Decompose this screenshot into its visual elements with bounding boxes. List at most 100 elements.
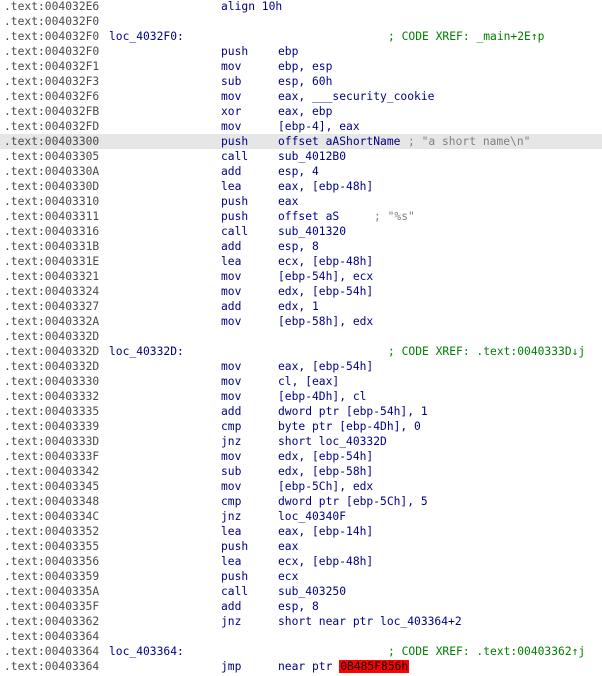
operand-text[interactable]: [ebp-4], eax: [278, 120, 360, 133]
address[interactable]: .text:00403324: [4, 284, 99, 299]
mnemonic[interactable]: jnz: [221, 614, 241, 629]
mnemonic[interactable]: mov: [221, 449, 241, 464]
listing-line[interactable]: .text:004032F1 mov ebp, esp: [0, 59, 602, 74]
listing-line[interactable]: .text:00403364 loc_403364: ; CODE XREF: .t…: [0, 644, 602, 659]
mnemonic[interactable]: mov: [221, 284, 241, 299]
mnemonic[interactable]: mov: [221, 374, 241, 389]
listing-line[interactable]: .text:004032F0: [0, 14, 602, 29]
listing-line[interactable]: .text:0040330D lea eax, [ebp-48h]: [0, 179, 602, 194]
listing-line[interactable]: .text:004032FD mov [ebp-4], eax: [0, 119, 602, 134]
mnemonic[interactable]: call: [221, 149, 248, 164]
xref-comment[interactable]: ; CODE XREF: .text:00403362↑j: [388, 644, 585, 659]
address[interactable]: .text:004032FD: [4, 119, 99, 134]
listing-line[interactable]: .text:00403339 cmp byte ptr [ebp-4Dh], 0: [0, 419, 602, 434]
mnemonic[interactable]: lea: [221, 554, 241, 569]
address[interactable]: .text:0040330A: [4, 164, 99, 179]
address[interactable]: .text:0040335F: [4, 599, 99, 614]
mnemonic[interactable]: sub: [221, 74, 241, 89]
listing-line[interactable]: .text:00403311 push offset aS ; "%s": [0, 209, 602, 224]
listing-line[interactable]: .text:0040332D loc_40332D: ; CODE XREF: .t…: [0, 344, 602, 359]
operand-text[interactable]: eax, ebp: [278, 105, 332, 118]
operands[interactable]: offset aS: [278, 209, 339, 224]
address[interactable]: .text:0040332D: [4, 344, 99, 359]
operand-text[interactable]: [ebp-58h], edx: [278, 315, 373, 328]
listing-line[interactable]: .text:00403359 push ecx: [0, 569, 602, 584]
operands[interactable]: [ebp-54h], ecx: [278, 269, 373, 284]
listing-line[interactable]: .text:00403310 push eax: [0, 194, 602, 209]
operands[interactable]: byte ptr [ebp-4Dh], 0: [278, 419, 421, 434]
operands[interactable]: esp, 60h: [278, 74, 332, 89]
operands[interactable]: [ebp-5Ch], edx: [278, 479, 373, 494]
operands[interactable]: sub_401320: [278, 224, 346, 239]
listing-line[interactable]: .text:0040334C jnz loc_40340F: [0, 509, 602, 524]
operand-text[interactable]: sub_401320: [278, 225, 346, 238]
listing-line[interactable]: .text:00403355 push eax: [0, 539, 602, 554]
listing-line[interactable]: .text:00403330 mov cl, [eax]: [0, 374, 602, 389]
listing-line[interactable]: .text:00403364 jmp near ptr 0B485F856h: [0, 659, 602, 674]
operands[interactable]: ebp, esp: [278, 59, 332, 74]
address[interactable]: .text:004032F1: [4, 59, 99, 74]
operand-text[interactable]: ebp: [278, 45, 298, 58]
operand-text[interactable]: edx, [ebp-58h]: [278, 465, 373, 478]
operand-text[interactable]: eax: [278, 540, 298, 553]
address[interactable]: .text:0040332A: [4, 314, 99, 329]
address[interactable]: .text:004032F6: [4, 89, 99, 104]
address[interactable]: .text:00403362: [4, 614, 99, 629]
operand-text[interactable]: [ebp-54h], ecx: [278, 270, 373, 283]
listing-line[interactable]: .text:004032E6 align 10h: [0, 0, 602, 14]
xref-comment[interactable]: ; CODE XREF: _main+2E↑p: [388, 29, 544, 44]
listing-line[interactable]: .text:00403335 add dword ptr [ebp-54h], 1: [0, 404, 602, 419]
listing-line[interactable]: .text:00403352 lea eax, [ebp-14h]: [0, 524, 602, 539]
operands[interactable]: short loc_40332D: [278, 434, 387, 449]
code-label[interactable]: loc_4032F0:: [109, 29, 184, 44]
operands[interactable]: loc_40340F: [278, 509, 346, 524]
mnemonic[interactable]: lea: [221, 524, 241, 539]
listing-line[interactable]: .text:00403345 mov [ebp-5Ch], edx: [0, 479, 602, 494]
address[interactable]: .text:004032E6: [4, 0, 99, 14]
mnemonic[interactable]: mov: [221, 314, 241, 329]
operand-text[interactable]: sub_4012B0: [278, 150, 346, 163]
operand-text[interactable]: esp, 8: [278, 240, 319, 253]
listing-line[interactable]: .text:0040332A mov [ebp-58h], edx: [0, 314, 602, 329]
operand-text[interactable]: short near ptr loc_403364+2: [278, 615, 462, 628]
operands[interactable]: dword ptr [ebp-54h], 1: [278, 404, 428, 419]
xref-comment[interactable]: ; CODE XREF: .text:0040333D↓j: [388, 344, 585, 359]
address[interactable]: .text:00403356: [4, 554, 99, 569]
operand-text[interactable]: esp, 8: [278, 600, 319, 613]
mnemonic[interactable]: jnz: [221, 509, 241, 524]
mnemonic[interactable]: mov: [221, 479, 241, 494]
listing-line[interactable]: .text:00403364: [0, 629, 602, 644]
mnemonic[interactable]: push: [221, 44, 248, 59]
operand-text[interactable]: edx, [ebp-54h]: [278, 285, 373, 298]
listing-line[interactable]: .text:0040332D mov eax, [ebp-54h]: [0, 359, 602, 374]
address[interactable]: .text:00403335: [4, 404, 99, 419]
operands[interactable]: esp, 8: [278, 239, 319, 254]
mnemonic[interactable]: push: [221, 209, 248, 224]
operand-text[interactable]: ecx, [ebp-48h]: [278, 555, 373, 568]
operand-text[interactable]: eax, [ebp-54h]: [278, 360, 373, 373]
listing-line[interactable]: .text:00403342 sub edx, [ebp-58h]: [0, 464, 602, 479]
operands[interactable]: eax, [ebp-54h]: [278, 359, 373, 374]
operands[interactable]: dword ptr [ebp-5Ch], 5: [278, 494, 428, 509]
listing-line[interactable]: .text:004032FB xor eax, ebp: [0, 104, 602, 119]
mnemonic[interactable]: jmp: [221, 659, 241, 674]
operands[interactable]: cl, [eax]: [278, 374, 339, 389]
address[interactable]: .text:00403342: [4, 464, 99, 479]
operand-text[interactable]: dword ptr [ebp-54h], 1: [278, 405, 428, 418]
address[interactable]: .text:00403332: [4, 389, 99, 404]
address[interactable]: .text:00403339: [4, 419, 99, 434]
operands[interactable]: eax, [ebp-14h]: [278, 524, 373, 539]
mnemonic[interactable]: cmp: [221, 494, 241, 509]
mnemonic[interactable]: mov: [221, 269, 241, 284]
operands[interactable]: [ebp-4Dh], cl: [278, 389, 366, 404]
address[interactable]: .text:00403352: [4, 524, 99, 539]
listing-line[interactable]: .text:004032F0 push ebp: [0, 44, 602, 59]
mnemonic[interactable]: mov: [221, 359, 241, 374]
address[interactable]: .text:00403364: [4, 644, 99, 659]
operand-text[interactable]: loc_40340F: [278, 510, 346, 523]
address[interactable]: .text:00403364: [4, 629, 99, 644]
mnemonic[interactable]: xor: [221, 104, 241, 119]
address[interactable]: .text:00403330: [4, 374, 99, 389]
listing-line[interactable]: .text:0040331E lea ecx, [ebp-48h]: [0, 254, 602, 269]
listing-line[interactable]: .text:0040331B add esp, 8: [0, 239, 602, 254]
